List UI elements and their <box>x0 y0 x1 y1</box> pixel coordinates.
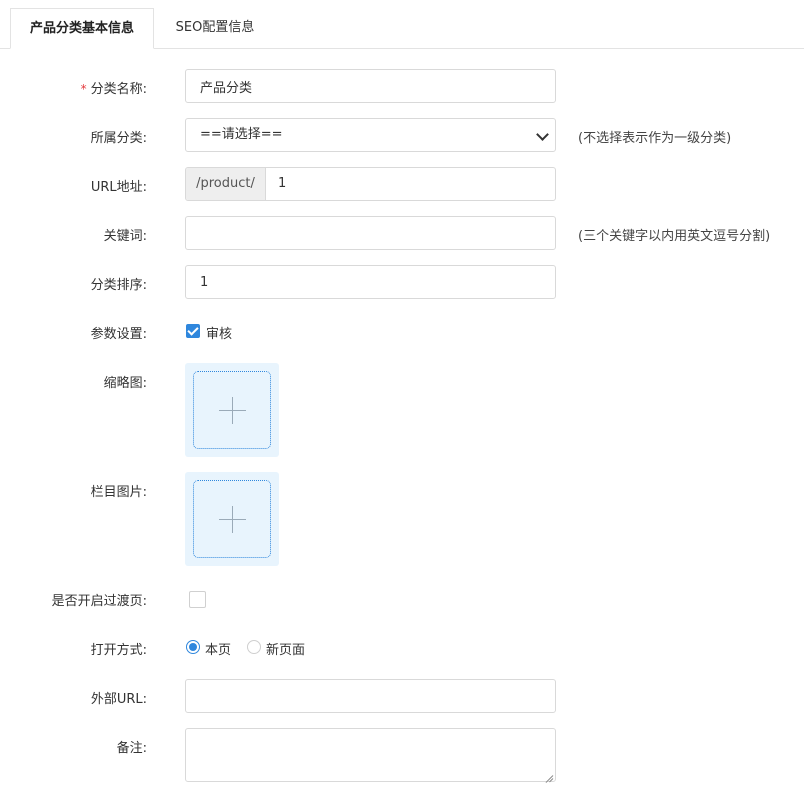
parent-category-selected: ==请选择== <box>200 127 283 142</box>
parent-category-hint: (不选择表示作为一级分类) <box>578 131 732 146</box>
upload-dropzone[interactable] <box>193 480 271 558</box>
audit-label: 审核 <box>206 327 233 342</box>
params-label: 参数设置: <box>90 327 147 342</box>
keywords-label: 关键词: <box>103 229 147 244</box>
tab-basic-info[interactable]: 产品分类基本信息 <box>10 8 154 49</box>
sort-order-input[interactable] <box>185 265 556 299</box>
upload-dropzone[interactable] <box>193 371 271 449</box>
keywords-hint: (三个关键字以内用英文逗号分割) <box>578 229 771 244</box>
open-mode-label: 打开方式: <box>90 643 147 658</box>
external-url-label: 外部URL: <box>90 692 147 707</box>
remark-label: 备注: <box>116 741 147 756</box>
category-name-label: * 分类名称: <box>80 82 147 97</box>
sort-order-label: 分类排序: <box>90 278 147 293</box>
open-mode-option-new: 新页面 <box>266 643 306 658</box>
open-mode-option-current: 本页 <box>205 643 232 658</box>
category-name-input[interactable] <box>185 69 556 103</box>
column-image-uploader[interactable] <box>185 472 279 566</box>
chevron-down-icon <box>536 128 549 141</box>
tab-bar: 产品分类基本信息 SEO配置信息 <box>0 0 804 49</box>
url-input-group: /product/ 1 <box>185 167 556 201</box>
resize-handle-icon[interactable] <box>545 771 553 779</box>
url-prefix: /product/ <box>186 168 266 200</box>
transition-page-label: 是否开启过渡页: <box>51 594 147 609</box>
url-input[interactable]: 1 <box>278 168 286 200</box>
remark-textarea[interactable] <box>185 728 556 782</box>
keywords-input[interactable] <box>185 216 556 250</box>
open-mode-radio-current[interactable] <box>186 640 200 654</box>
parent-category-select[interactable]: ==请选择== <box>185 118 556 152</box>
external-url-input[interactable] <box>185 679 556 713</box>
audit-checkbox[interactable] <box>186 324 200 338</box>
parent-category-label: 所属分类: <box>90 131 147 146</box>
url-label: URL地址: <box>90 180 147 195</box>
transition-page-checkbox[interactable] <box>189 591 206 608</box>
thumbnail-uploader[interactable] <box>185 363 279 457</box>
required-mark: * <box>80 82 87 96</box>
column-image-label: 栏目图片: <box>90 485 147 500</box>
open-mode-radio-new[interactable] <box>247 640 261 654</box>
tab-seo-config[interactable]: SEO配置信息 <box>160 8 270 49</box>
thumbnail-label: 缩略图: <box>103 376 147 391</box>
